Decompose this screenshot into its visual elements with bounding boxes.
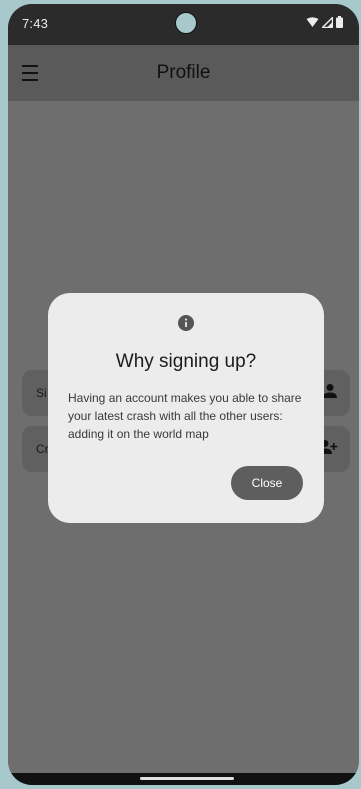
dialog-message: Having an account makes you able to shar… bbox=[68, 391, 302, 441]
create-account-label: Cr bbox=[36, 442, 49, 456]
status-time: 7:43 bbox=[22, 16, 49, 31]
app-bar: Profile bbox=[8, 45, 359, 101]
navigation-bar bbox=[8, 773, 359, 785]
wifi-icon bbox=[306, 16, 319, 27]
status-bar: 7:43 bbox=[8, 4, 359, 45]
close-button[interactable]: Close bbox=[231, 466, 303, 500]
info-dialog: Why signing up? Having an account makes … bbox=[48, 293, 324, 523]
dialog-title: Why signing up? bbox=[115, 351, 257, 372]
status-icons bbox=[306, 16, 343, 28]
home-gesture-handle[interactable] bbox=[140, 777, 234, 780]
cell-signal-icon bbox=[322, 16, 333, 28]
sign-in-label: Si bbox=[36, 386, 47, 400]
phone-screen: 7:43 Profile Si Cr Why signing up? Havin… bbox=[8, 4, 359, 785]
front-camera bbox=[175, 12, 197, 34]
info-icon bbox=[178, 315, 194, 331]
person-icon bbox=[323, 384, 337, 398]
battery-icon bbox=[336, 16, 343, 28]
page-title: Profile bbox=[156, 62, 211, 83]
